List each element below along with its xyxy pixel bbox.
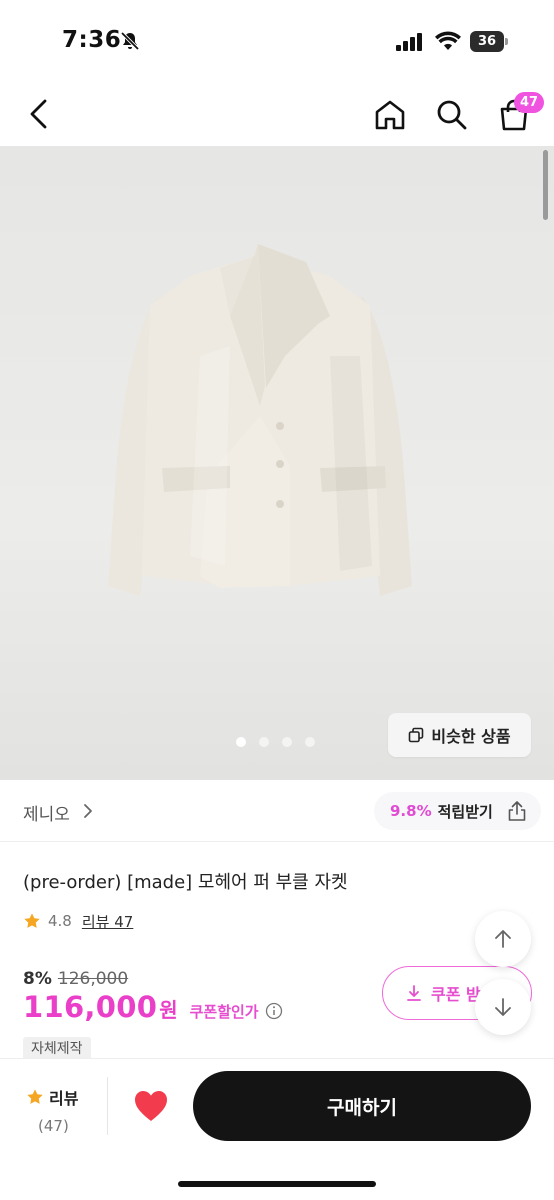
divider [107, 1077, 108, 1135]
carousel-dot[interactable] [305, 737, 315, 747]
chevron-right-icon[interactable] [82, 802, 94, 820]
similar-products-button[interactable]: 비슷한 상품 [388, 713, 531, 757]
bottom-review-label: 리뷰 [49, 1089, 79, 1108]
back-icon[interactable] [26, 97, 52, 131]
scroll-up-button[interactable] [475, 911, 531, 967]
reward-label: 적립받기 [437, 802, 493, 821]
wifi-icon [435, 31, 461, 50]
battery-level: 36 [470, 31, 504, 52]
signal-icon [396, 33, 422, 51]
scrollbar[interactable] [543, 150, 548, 220]
download-icon [407, 985, 421, 1001]
heart-icon[interactable] [133, 1089, 169, 1123]
bottom-review-top: 리뷰 [26, 1085, 86, 1109]
product-title: (pre-order) [made] 모헤어 퍼 부클 자켓 [23, 872, 348, 893]
reward-points-button[interactable]: 9.8% 적립받기 [374, 792, 541, 830]
star-icon [27, 1089, 43, 1104]
arrow-down-icon [495, 998, 511, 1016]
copy-icon [409, 727, 424, 743]
bottom-action-bar: 리뷰 (47) 구매하기 [0, 1058, 554, 1200]
bottom-review-button[interactable]: 리뷰 (47) [26, 1085, 86, 1135]
status-time: 7:36 [62, 27, 122, 53]
rating-value: 4.8 [48, 912, 72, 930]
bottom-review-count: (47) [38, 1117, 69, 1135]
price-row: 116,000 원 쿠폰할인가 [23, 990, 283, 1024]
info-icon[interactable] [265, 1002, 283, 1020]
buy-button[interactable]: 구매하기 [193, 1071, 531, 1141]
carousel-indicator[interactable] [236, 737, 315, 747]
share-icon[interactable] [506, 800, 528, 822]
search-icon[interactable] [435, 98, 469, 132]
sale-price: 116,000 [23, 990, 158, 1024]
reward-percent: 9.8% [390, 802, 432, 820]
coupon-download-label: 쿠폰 받 [431, 985, 481, 1004]
battery-tip [505, 38, 508, 45]
brand-name[interactable]: 제니오 [23, 800, 70, 825]
carousel-dot[interactable] [259, 737, 269, 747]
star-icon [24, 913, 40, 928]
home-indicator [178, 1181, 376, 1187]
scroll-down-button[interactable] [475, 979, 531, 1035]
similar-products-label: 비슷한 상품 [431, 727, 511, 746]
coupon-discount-label: 쿠폰할인가 [189, 1003, 259, 1021]
review-link[interactable]: 리뷰 47 [82, 911, 133, 932]
home-icon[interactable] [373, 98, 407, 132]
discount-row: 8% 126,000 [23, 969, 128, 989]
brand-row: 제니오 9.8% 적립받기 [0, 780, 554, 842]
discount-percent: 8% [23, 969, 52, 989]
carousel-dot[interactable] [282, 737, 292, 747]
bell-slash-icon [120, 31, 140, 51]
carousel-dot[interactable] [236, 737, 246, 747]
nav-header [0, 80, 554, 146]
product-image [108, 244, 412, 596]
status-bar: 7:36 36 [0, 0, 554, 80]
battery-icon: 36 [470, 31, 508, 52]
cart-count-badge: 47 [514, 92, 544, 113]
rating-row: 4.8 리뷰 47 [23, 911, 133, 931]
original-price: 126,000 [57, 969, 129, 989]
price-unit: 원 [159, 998, 178, 1022]
arrow-up-icon [495, 930, 511, 948]
product-image-gallery[interactable]: 비슷한 상품 [0, 146, 554, 780]
